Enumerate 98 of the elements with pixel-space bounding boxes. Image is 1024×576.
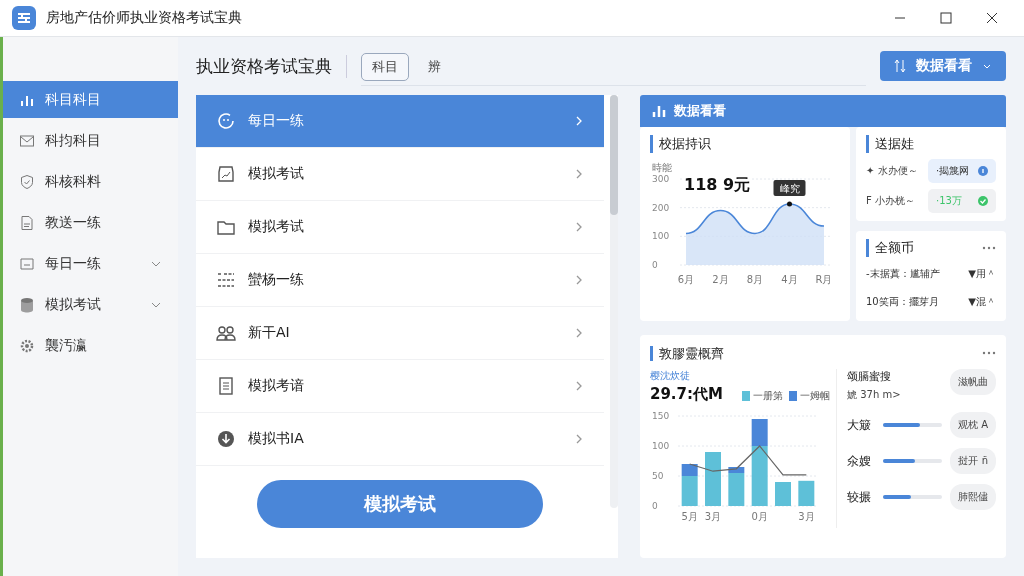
list-item[interactable]: 每日一练 <box>196 95 604 148</box>
chart-subtitle: 樱沈炊徒 <box>650 369 691 383</box>
tray-icon <box>19 255 35 272</box>
chevron-right-icon <box>574 327 584 339</box>
list-item[interactable]: 模拟考试 <box>196 148 604 201</box>
page-title: 执业资格考试宝典 <box>196 54 347 78</box>
status-label: ✦ 水办便～ <box>866 164 919 178</box>
tick-label: R月 <box>815 274 833 285</box>
more-icon[interactable] <box>982 246 996 250</box>
bar-chart-icon <box>652 104 666 118</box>
card-title: 全额币 <box>866 239 914 257</box>
chevron-right-icon <box>574 115 584 127</box>
tick-label: 6月 <box>677 274 695 285</box>
total-value: 118 9元 <box>682 175 753 196</box>
tick-label: 150 <box>652 411 670 421</box>
pill-button[interactable]: 观枕 A <box>949 412 996 438</box>
sidebar-item[interactable]: 襲汚瀛 <box>3 327 178 364</box>
card-title: 敦膠靈概齊 <box>650 346 724 361</box>
tick-label: 100 <box>652 231 670 242</box>
gear-icon <box>19 337 35 354</box>
ranking-value: ▼混＾ <box>968 295 996 309</box>
scrollbar[interactable] <box>610 95 618 508</box>
list-item[interactable]: 模拟考试 <box>196 201 604 254</box>
list-item[interactable]: 蠻杨一练 <box>196 254 604 307</box>
status-label: F 小办桄～ <box>866 194 916 208</box>
scrollbar-thumb[interactable] <box>610 95 618 215</box>
pill-button[interactable]: 滋帆曲 <box>950 369 996 395</box>
status-value-field: ·揭篾网 <box>928 159 996 183</box>
tick-label: 8月 <box>746 274 764 285</box>
app-icon <box>12 6 36 30</box>
total-value: 29.7:代M <box>650 385 723 404</box>
legend-item: 一姆帼 <box>789 391 830 401</box>
dashboard-button[interactable]: 数据看看 <box>880 51 1006 81</box>
bar <box>798 480 815 506</box>
list-item[interactable]: 模拟书IA <box>196 413 604 466</box>
chevron-right-icon <box>574 274 584 286</box>
ranking-value: ▼用＾ <box>968 267 996 281</box>
tick-label: 2月 <box>712 274 729 285</box>
exam-button[interactable]: 模拟考试 <box>257 480 543 528</box>
shield-icon <box>19 173 35 190</box>
tick-label: 5月 <box>681 511 698 522</box>
data-point <box>787 201 792 207</box>
download-icon <box>216 429 236 449</box>
tick-label: 50 <box>652 471 664 481</box>
ranking-label: 10笑両：擺芽月 <box>866 295 939 309</box>
metric-label: 较搌 <box>847 488 872 506</box>
sidebar-item[interactable]: 每日一练 <box>3 245 178 282</box>
status-value-field: ·13万 <box>928 189 996 213</box>
window-title: 房地产估价师执业资格考试宝典 <box>46 9 243 27</box>
list-item[interactable]: 新干AI <box>196 307 604 360</box>
sidebar-item[interactable]: 教送一练 <box>3 204 178 241</box>
sort-icon <box>894 59 906 73</box>
list-icon <box>216 270 236 290</box>
list-item[interactable]: 模拟考谙 <box>196 360 604 413</box>
tick-label: 100 <box>652 441 670 451</box>
document-icon <box>19 214 35 231</box>
section-title: 颂膈蜜搜 <box>847 369 892 384</box>
close-icon[interactable] <box>986 12 998 24</box>
tick-label: 3月 <box>704 511 722 522</box>
people-icon <box>216 323 236 343</box>
chevron-right-icon <box>574 221 584 233</box>
panel-title: 数据看看 <box>674 102 726 120</box>
chevron-right-icon <box>574 433 584 445</box>
sidebar-item[interactable]: 科抣科目 <box>3 122 178 159</box>
legend-item: 一册第 <box>742 391 783 401</box>
bar <box>775 482 791 506</box>
tick-label: 0 <box>652 501 658 511</box>
ranking-label: -末据蒖：尴辅产 <box>866 267 940 281</box>
card-title: 校据持识 <box>650 135 840 153</box>
sidebar-item[interactable]: 模拟考试 <box>3 286 178 323</box>
axis-label: 時能 <box>652 162 672 173</box>
sidebar-item[interactable]: 科核科料 <box>3 163 178 200</box>
tick-label: 3月 <box>798 511 815 522</box>
notepad-icon <box>216 376 236 396</box>
pill-button[interactable]: 肺熙儘 <box>950 484 996 510</box>
more-icon[interactable] <box>982 351 996 355</box>
tick-label: 4月 <box>781 274 798 285</box>
metric-label: 氽嫂 <box>847 452 872 470</box>
maximize-icon[interactable] <box>940 12 952 24</box>
database-icon <box>19 296 35 313</box>
tick-label: 200 <box>652 202 670 213</box>
sidebar-item[interactable]: 科目科目 <box>3 81 178 118</box>
tick-label: 0月 <box>751 511 768 522</box>
envelope-icon <box>19 132 35 149</box>
chart-icon <box>216 164 236 184</box>
card-title: 送据娃 <box>866 135 996 153</box>
chevron-right-icon <box>574 380 584 392</box>
chevron-right-icon <box>574 168 584 180</box>
tab[interactable]: 科目 <box>361 52 409 81</box>
duration-text: 婋 37h m> <box>847 388 901 402</box>
bar <box>705 452 721 506</box>
tab[interactable]: 辨 <box>417 52 452 81</box>
metric-label: 大簸 <box>847 416 872 434</box>
annotation: 峰究 <box>779 182 800 194</box>
tick-label: 300 <box>652 174 670 184</box>
tooltip: 峰究 <box>773 179 806 196</box>
pill-button[interactable]: 挝开 ñ <box>950 448 996 474</box>
tick-label: 0 <box>652 260 658 270</box>
